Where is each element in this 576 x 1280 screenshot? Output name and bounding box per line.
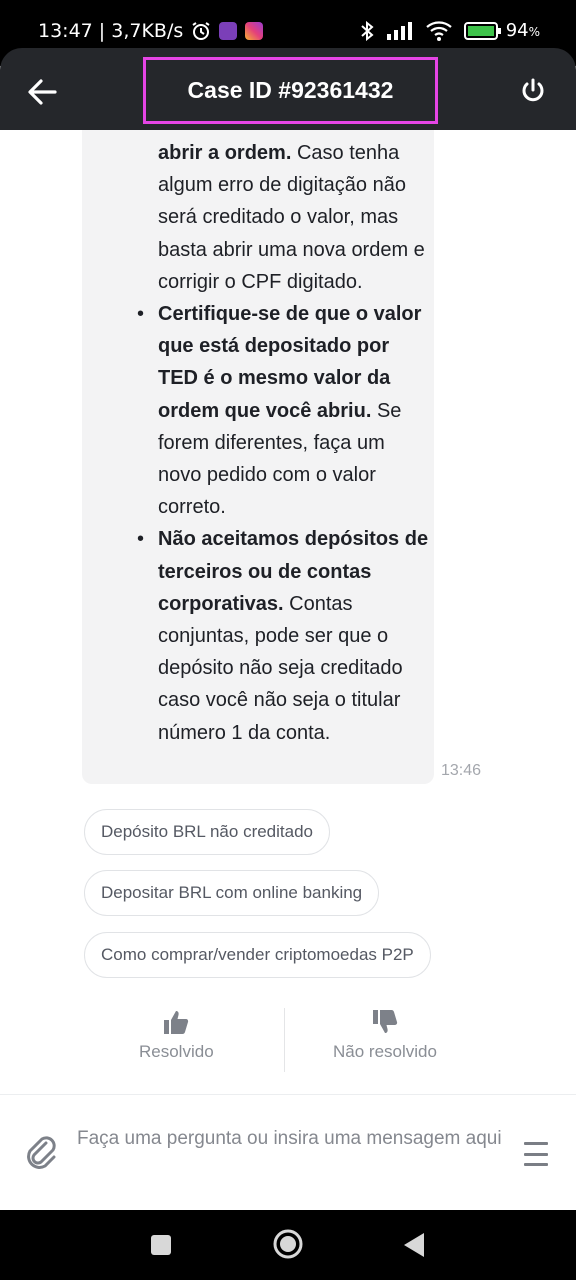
page-title: Case ID #92361432 <box>187 77 394 103</box>
app-notification-icon <box>219 22 238 40</box>
message-input[interactable]: Faça uma pergunta ou insira uma mensagem… <box>77 1128 507 1150</box>
agent-message-bubble: abrir a ordem. Caso tenha algum erro de … <box>82 130 434 784</box>
recents-icon[interactable] <box>150 1234 172 1256</box>
bluetooth-icon <box>361 20 374 41</box>
home-icon[interactable] <box>272 1228 304 1260</box>
menu-line <box>524 1142 548 1145</box>
not-resolved-label: Não resolvido <box>333 1042 437 1061</box>
feedback-bar: Resolvido Não resolvido <box>0 1008 576 1072</box>
feedback-divider <box>284 1008 285 1072</box>
chat-header: Case ID #92361432 <box>0 48 576 130</box>
thumbs-up-icon <box>164 1011 189 1034</box>
suggestion-chip[interactable]: Depositar BRL com online banking <box>84 870 380 916</box>
bullet-dot: • <box>137 303 145 326</box>
message-intro: abrir a ordem. Caso tenha algum erro de … <box>158 137 430 298</box>
suggestion-chip[interactable]: Depósito BRL não creditado <box>84 809 331 855</box>
case-id-highlight: Case ID #92361432 <box>143 57 438 124</box>
attach-button[interactable] <box>24 1135 60 1171</box>
menu-line <box>524 1163 548 1166</box>
battery-icon <box>463 21 501 40</box>
end-chat-button[interactable] <box>516 74 550 108</box>
back-button[interactable] <box>24 74 60 110</box>
message-timestamp: 13:46 <box>441 762 482 779</box>
bullet-item: • Certifique-se de que o valor que está … <box>137 298 430 523</box>
intro-text: Caso tenha algum erro de digitação não s… <box>158 142 425 293</box>
message-input-bar: Faça uma pergunta ou insira uma mensagem… <box>0 1094 576 1210</box>
not-resolved-button[interactable]: Não resolvido <box>333 1008 437 1062</box>
intro-bold: abrir a ordem. <box>158 142 292 164</box>
menu-line <box>524 1152 548 1156</box>
chat-content[interactable]: abrir a ordem. Caso tenha algum erro de … <box>0 130 576 1094</box>
suggestion-chip[interactable]: Como comprar/vender criptomoedas P2P <box>84 932 431 978</box>
system-nav-bar <box>0 1210 576 1280</box>
power-icon <box>522 78 544 102</box>
signal-icon <box>386 21 412 40</box>
resolved-label: Resolvido <box>139 1042 214 1061</box>
bullet-dot: • <box>137 528 145 551</box>
bullet-item: • Não aceitamos depósitos de terceiros o… <box>137 523 430 748</box>
status-time-speed: 13:47 | 3,7KB/s <box>38 20 184 42</box>
battery-indicator: 94% <box>463 20 540 41</box>
status-right: 94% <box>360 20 540 41</box>
menu-button[interactable] <box>524 1142 548 1166</box>
wifi-icon <box>425 20 452 41</box>
paperclip-icon <box>27 1136 56 1169</box>
bullet-text: Contas conjuntas, pode ser que o depósit… <box>158 592 403 744</box>
status-left: 13:47 | 3,7KB/s <box>38 20 264 42</box>
thumbs-down-icon <box>372 1010 398 1033</box>
back-nav-icon[interactable] <box>402 1232 426 1258</box>
arrow-left-icon <box>28 79 57 105</box>
alarm-icon <box>192 22 210 40</box>
message-text: abrir a ordem. Caso tenha algum erro de … <box>137 137 430 749</box>
instagram-icon <box>245 22 264 40</box>
resolved-button[interactable]: Resolvido <box>139 1008 214 1062</box>
battery-percent: 94% <box>505 20 540 41</box>
